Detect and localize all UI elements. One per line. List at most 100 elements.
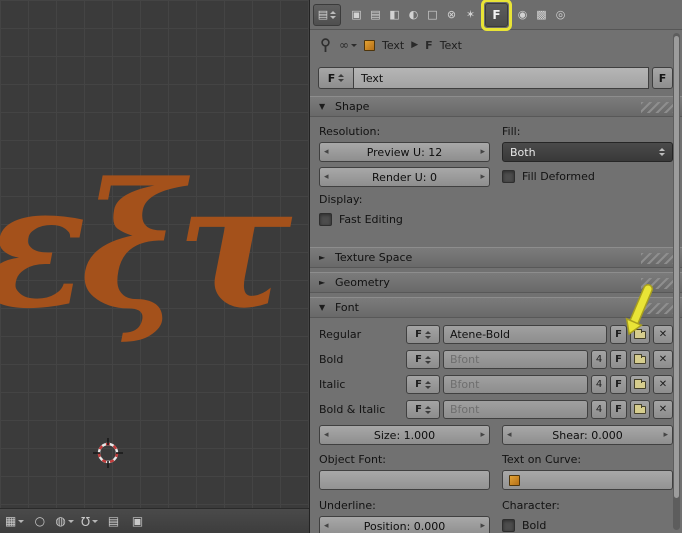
open-font-button[interactable] <box>630 375 650 394</box>
triangle-closed-icon: ► <box>319 253 326 262</box>
render-u-slider[interactable]: ◂ Render U: 0 ▸ <box>319 167 490 187</box>
properties-editor-type-button[interactable]: ▤ <box>313 3 341 26</box>
fake-user-button[interactable]: F <box>610 325 627 344</box>
unlink-font-button[interactable]: ✕ <box>653 400 673 419</box>
panel-grip-icon[interactable] <box>641 102 675 113</box>
font-datablock-icon: F <box>415 354 422 365</box>
updown-arrows-icon <box>424 403 431 417</box>
pivot-point-button[interactable]: ◍ <box>55 512 74 530</box>
editor-type-button[interactable]: ▦ <box>5 512 25 530</box>
render-layers-icon: ▤ <box>370 8 381 21</box>
font-browse-button[interactable]: F <box>406 400 440 419</box>
fake-user-button[interactable]: F <box>652 67 673 89</box>
tab-object-data-font[interactable]: F <box>485 2 508 27</box>
tab-render-layers[interactable]: ▤ <box>366 3 385 27</box>
open-font-button[interactable] <box>630 325 650 344</box>
slider-left-arrow-icon[interactable]: ◂ <box>324 147 329 157</box>
tab-texture[interactable]: ▩ <box>532 3 551 27</box>
tab-render[interactable]: ▣ <box>347 3 366 27</box>
tab-world[interactable]: ◐ <box>404 3 423 27</box>
size-slider[interactable]: ◂ Size: 1.000 ▸ <box>319 425 490 445</box>
panel-header-font[interactable]: ▼ Font <box>310 297 682 318</box>
render-icon: ▣ <box>351 8 362 21</box>
unlink-font-button[interactable]: ✕ <box>653 350 673 369</box>
font-name-field[interactable]: Bfont <box>443 375 588 394</box>
underline-position-slider[interactable]: ◂ Position: 0.000 ▸ <box>319 516 490 533</box>
panel-grip-icon[interactable] <box>641 253 675 264</box>
scrollbar[interactable] <box>673 33 680 530</box>
font-browse-button[interactable]: F <box>406 325 440 344</box>
slider-right-arrow-icon[interactable]: ▸ <box>663 430 668 440</box>
checkbox-label: Fill Deformed <box>522 169 595 183</box>
datablock-browse-button[interactable]: F <box>318 67 354 89</box>
tab-scene[interactable]: ◧ <box>385 3 404 27</box>
tab-physics[interactable]: ◎ <box>551 3 570 27</box>
panel-grip-icon[interactable] <box>641 278 675 289</box>
unlink-font-button[interactable]: ✕ <box>653 325 673 344</box>
tab-modifiers[interactable]: ✶ <box>461 3 480 27</box>
panel-header-shape[interactable]: ▼ Shape <box>310 96 682 117</box>
3d-viewport[interactable]: εξτ ▦ ○ ◍ Ω ▤ ▣ <box>0 0 310 533</box>
slider-right-arrow-icon[interactable]: ▸ <box>480 430 485 440</box>
bold-checkbox[interactable] <box>502 518 515 532</box>
open-font-button[interactable] <box>630 350 650 369</box>
users-count-button[interactable]: 4 <box>591 350 607 369</box>
breadcrumb-data-name[interactable]: Text <box>440 39 462 52</box>
font-datablock-icon: F <box>415 379 422 390</box>
context-browse-button[interactable]: ∞ <box>339 36 357 54</box>
slider-right-arrow-icon[interactable]: ▸ <box>480 172 485 182</box>
font-browse-button[interactable]: F <box>406 375 440 394</box>
fake-user-button[interactable]: F <box>610 375 627 394</box>
shape-panel-body: Resolution: ◂ Preview U: 12 ▸ ◂ Render U… <box>310 117 682 241</box>
tab-material[interactable]: ◉ <box>513 3 532 27</box>
text-object[interactable]: εξτ <box>0 138 292 353</box>
font-name-field[interactable]: Atene-Bold <box>443 325 607 344</box>
users-count-button[interactable]: 4 <box>591 375 607 394</box>
tab-object[interactable]: □ <box>423 3 442 27</box>
slider-right-arrow-icon[interactable]: ▸ <box>480 521 485 531</box>
scrollbar-thumb[interactable] <box>674 36 679 498</box>
datablock-name-field[interactable]: Text <box>354 67 649 89</box>
triangle-open-icon: ▼ <box>319 102 326 111</box>
unlink-font-button[interactable]: ✕ <box>653 375 673 394</box>
text-on-curve-field[interactable] <box>502 470 673 490</box>
pin-icon[interactable] <box>319 37 332 53</box>
slider-right-arrow-icon[interactable]: ▸ <box>480 147 485 157</box>
fast-editing-checkbox[interactable] <box>319 212 332 226</box>
fake-user-button[interactable]: F <box>610 400 627 419</box>
panel-header-geometry[interactable]: ► Geometry <box>310 272 682 293</box>
breadcrumb-object-name[interactable]: Text <box>382 39 404 52</box>
font-slot-label: Italic <box>319 378 346 391</box>
slider-left-arrow-icon[interactable]: ◂ <box>324 172 329 182</box>
fake-user-button[interactable]: F <box>610 350 627 369</box>
dropdown-value: Both <box>510 145 536 159</box>
panel-title: Geometry <box>335 276 390 289</box>
slider-left-arrow-icon[interactable]: ◂ <box>507 430 512 440</box>
render-preview-button[interactable]: ▣ <box>129 512 146 530</box>
object-cube-icon <box>364 39 375 51</box>
object-icon: □ <box>427 8 438 21</box>
font-browse-button[interactable]: F <box>406 350 440 369</box>
font-name-field[interactable]: Bfont <box>443 400 588 419</box>
font-datablock-icon: F <box>327 71 336 85</box>
font-row-regular: Regular F Atene-Bold F ✕ <box>319 325 673 344</box>
slider-left-arrow-icon[interactable]: ◂ <box>324 430 329 440</box>
shear-slider[interactable]: ◂ Shear: 0.000 ▸ <box>502 425 673 445</box>
updown-arrows-icon <box>424 328 431 342</box>
panel-header-texture-space[interactable]: ► Texture Space <box>310 247 682 268</box>
preview-u-slider[interactable]: ◂ Preview U: 12 ▸ <box>319 142 490 162</box>
properties-editor: ▤ ▣ ▤ ◧ ◐ □ ⊗ ✶ F ◉ ▩ ◎ ∞ Text ▶ F Text … <box>310 0 682 533</box>
open-font-button[interactable] <box>630 400 650 419</box>
font-data-icon: F <box>492 7 501 22</box>
users-count-button[interactable]: 4 <box>591 400 607 419</box>
fill-mode-dropdown[interactable]: Both <box>502 142 673 162</box>
viewport-shading-button[interactable]: ○ <box>31 512 48 530</box>
slider-left-arrow-icon[interactable]: ◂ <box>324 521 329 531</box>
object-font-field[interactable] <box>319 470 490 490</box>
font-name-field[interactable]: Bfont <box>443 350 588 369</box>
snap-button[interactable]: Ω <box>81 512 98 530</box>
panel-grip-icon[interactable] <box>641 303 675 314</box>
tab-constraints[interactable]: ⊗ <box>442 3 461 27</box>
render-still-button[interactable]: ▤ <box>105 512 122 530</box>
fill-deformed-checkbox[interactable] <box>502 169 515 183</box>
